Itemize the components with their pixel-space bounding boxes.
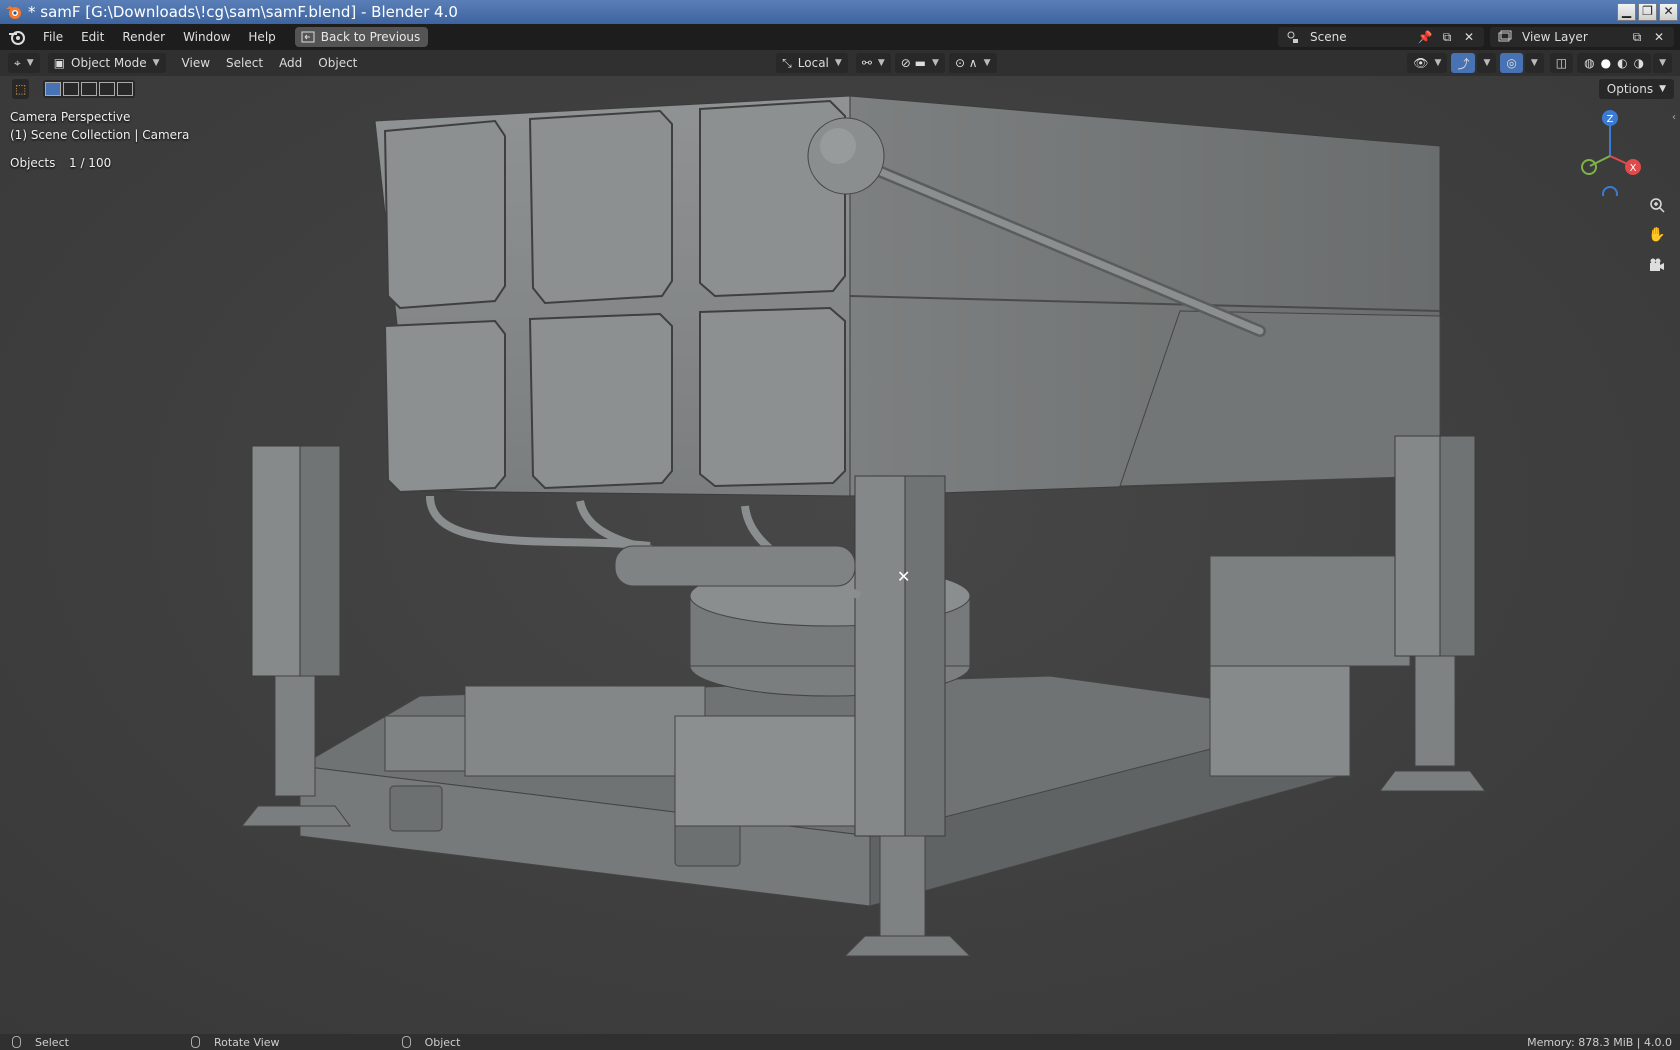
memory-version-info: Memory: 878.3 MiB | 4.0.0 xyxy=(1527,1035,1672,1049)
pivot-icon: ⚯ xyxy=(861,56,872,70)
minimize-button[interactable]: ▁ xyxy=(1617,3,1636,21)
proportional-edit-icon: ⊙ ∧ xyxy=(954,56,978,70)
x-axis-label: X xyxy=(1630,163,1637,174)
back-icon xyxy=(301,31,315,43)
shading-modes[interactable]: ◍ ● ◐ ◑ xyxy=(1577,53,1652,73)
menu-select[interactable]: Select xyxy=(218,56,271,70)
status-rotate-view: Rotate View xyxy=(213,1035,280,1049)
visibility-dropdown[interactable]: 👁 ▼ xyxy=(1407,53,1448,73)
back-to-previous-label: Back to Previous xyxy=(320,30,421,44)
pin-icon[interactable]: 📌 xyxy=(1414,27,1436,47)
editor-type-dropdown[interactable]: ⌖ ▼ xyxy=(8,53,40,73)
wireframe-shading-icon[interactable]: ◍ xyxy=(1584,56,1594,70)
menu-object[interactable]: Object xyxy=(310,56,365,70)
new-view-layer-icon[interactable]: ⧉ xyxy=(1626,27,1648,47)
menu-view[interactable]: View xyxy=(174,56,218,70)
delete-view-layer-icon[interactable]: ✕ xyxy=(1648,27,1670,47)
overlay-icon: ◎ xyxy=(1506,56,1517,70)
solid-shading-icon[interactable]: ● xyxy=(1601,56,1611,70)
viewport-header: ⌖ ▼ ▣ Object Mode ▼ View Select Add Object… xyxy=(0,50,1680,76)
window-title: * samF [G:\Downloads\!cg\sam\samF.blend]… xyxy=(28,3,458,21)
transform-orientation-dropdown[interactable]: ⤡ Local ▼ xyxy=(776,53,848,73)
mode-dropdown[interactable]: ▣ Object Mode ▼ xyxy=(47,53,166,73)
close-button[interactable]: ✕ xyxy=(1659,3,1678,21)
object-mode-icon: ▣ xyxy=(53,56,66,70)
menu-help[interactable]: Help xyxy=(239,30,284,44)
top-menu-bar: File Edit Render Window Help Back to Pre… xyxy=(0,24,1680,50)
proportional-edit-dropdown[interactable]: ⊙ ∧ ▼ xyxy=(948,53,997,73)
launcher-3d-model xyxy=(240,95,1486,957)
pan-hand-icon[interactable]: ✋ xyxy=(1644,222,1670,248)
z-axis-label: Z xyxy=(1607,114,1614,125)
gizmo-icon: ⤴ xyxy=(1457,56,1470,71)
menu-add[interactable]: Add xyxy=(271,56,310,70)
status-bar: Select Rotate View Object Memory: 878.3 … xyxy=(0,1034,1680,1050)
menu-render[interactable]: Render xyxy=(113,30,174,44)
middle-mouse-icon xyxy=(190,1036,200,1048)
view-layer-icon xyxy=(1494,27,1516,47)
scene-icon xyxy=(1282,27,1304,47)
orientation-label: Local xyxy=(797,56,829,70)
sidebar-expand-icon[interactable]: ‹ xyxy=(1672,112,1680,128)
neg-z-axis-handle[interactable] xyxy=(1602,186,1618,196)
back-to-previous-button[interactable]: Back to Previous xyxy=(294,27,429,47)
y-axis-handle[interactable] xyxy=(1581,159,1597,175)
overlay-toggle[interactable]: ◎ xyxy=(1500,53,1523,73)
menu-edit[interactable]: Edit xyxy=(72,30,113,44)
scene-name[interactable]: Scene xyxy=(1304,30,1414,44)
view-layer-name[interactable]: View Layer xyxy=(1516,30,1626,44)
camera-view-icon[interactable] xyxy=(1644,252,1670,278)
editor-type-icon: ⌖ xyxy=(14,55,21,70)
window-titlebar: * samF [G:\Downloads\!cg\sam\samF.blend]… xyxy=(0,0,1680,24)
navigation-gizmo[interactable]: Z X xyxy=(1570,106,1650,196)
scene-selector[interactable]: Scene 📌 ⧉ ✕ xyxy=(1278,27,1484,47)
3d-viewport[interactable]: ⬚ Options ▼ Camera Perspective (1) Scene … xyxy=(0,76,1680,1034)
gizmo-dropdown[interactable]: ▼ xyxy=(1477,53,1497,73)
view-layer-selector[interactable]: View Layer ⧉ ✕ xyxy=(1490,27,1674,47)
pivot-dropdown[interactable]: ⚯ ▼ xyxy=(855,53,891,73)
xray-icon: ◫ xyxy=(1555,56,1568,70)
shading-dropdown[interactable]: ▼ xyxy=(1653,53,1672,73)
menu-file[interactable]: File xyxy=(34,30,72,44)
right-mouse-icon xyxy=(401,1036,411,1048)
crosshair-cursor-icon: ✕ xyxy=(897,567,911,586)
orientation-icon: ⤡ xyxy=(782,55,792,70)
overlay-dropdown[interactable]: ▼ xyxy=(1524,53,1544,73)
mode-label: Object Mode xyxy=(71,56,147,70)
status-object: Object xyxy=(424,1035,461,1049)
restore-button[interactable]: ❐ xyxy=(1638,3,1657,21)
blender-logo-icon xyxy=(6,6,21,19)
status-select: Select xyxy=(35,1035,69,1049)
left-mouse-icon xyxy=(12,1036,21,1048)
snap-icon: ⊘ ▬ xyxy=(900,56,927,70)
xray-toggle[interactable]: ◫ xyxy=(1549,53,1574,73)
zoom-icon[interactable] xyxy=(1644,192,1670,218)
menu-window[interactable]: Window xyxy=(174,30,239,44)
blender-menu-icon[interactable] xyxy=(6,26,28,48)
material-shading-icon[interactable]: ◐ xyxy=(1617,56,1627,70)
new-scene-icon[interactable]: ⧉ xyxy=(1436,27,1458,47)
eye-icon: 👁 xyxy=(1413,56,1429,70)
gizmo-toggle[interactable]: ⤴ xyxy=(1451,53,1476,73)
rendered-shading-icon[interactable]: ◑ xyxy=(1634,56,1644,70)
snap-dropdown[interactable]: ⊘ ▬ ▼ xyxy=(894,53,945,73)
delete-scene-icon[interactable]: ✕ xyxy=(1458,27,1480,47)
